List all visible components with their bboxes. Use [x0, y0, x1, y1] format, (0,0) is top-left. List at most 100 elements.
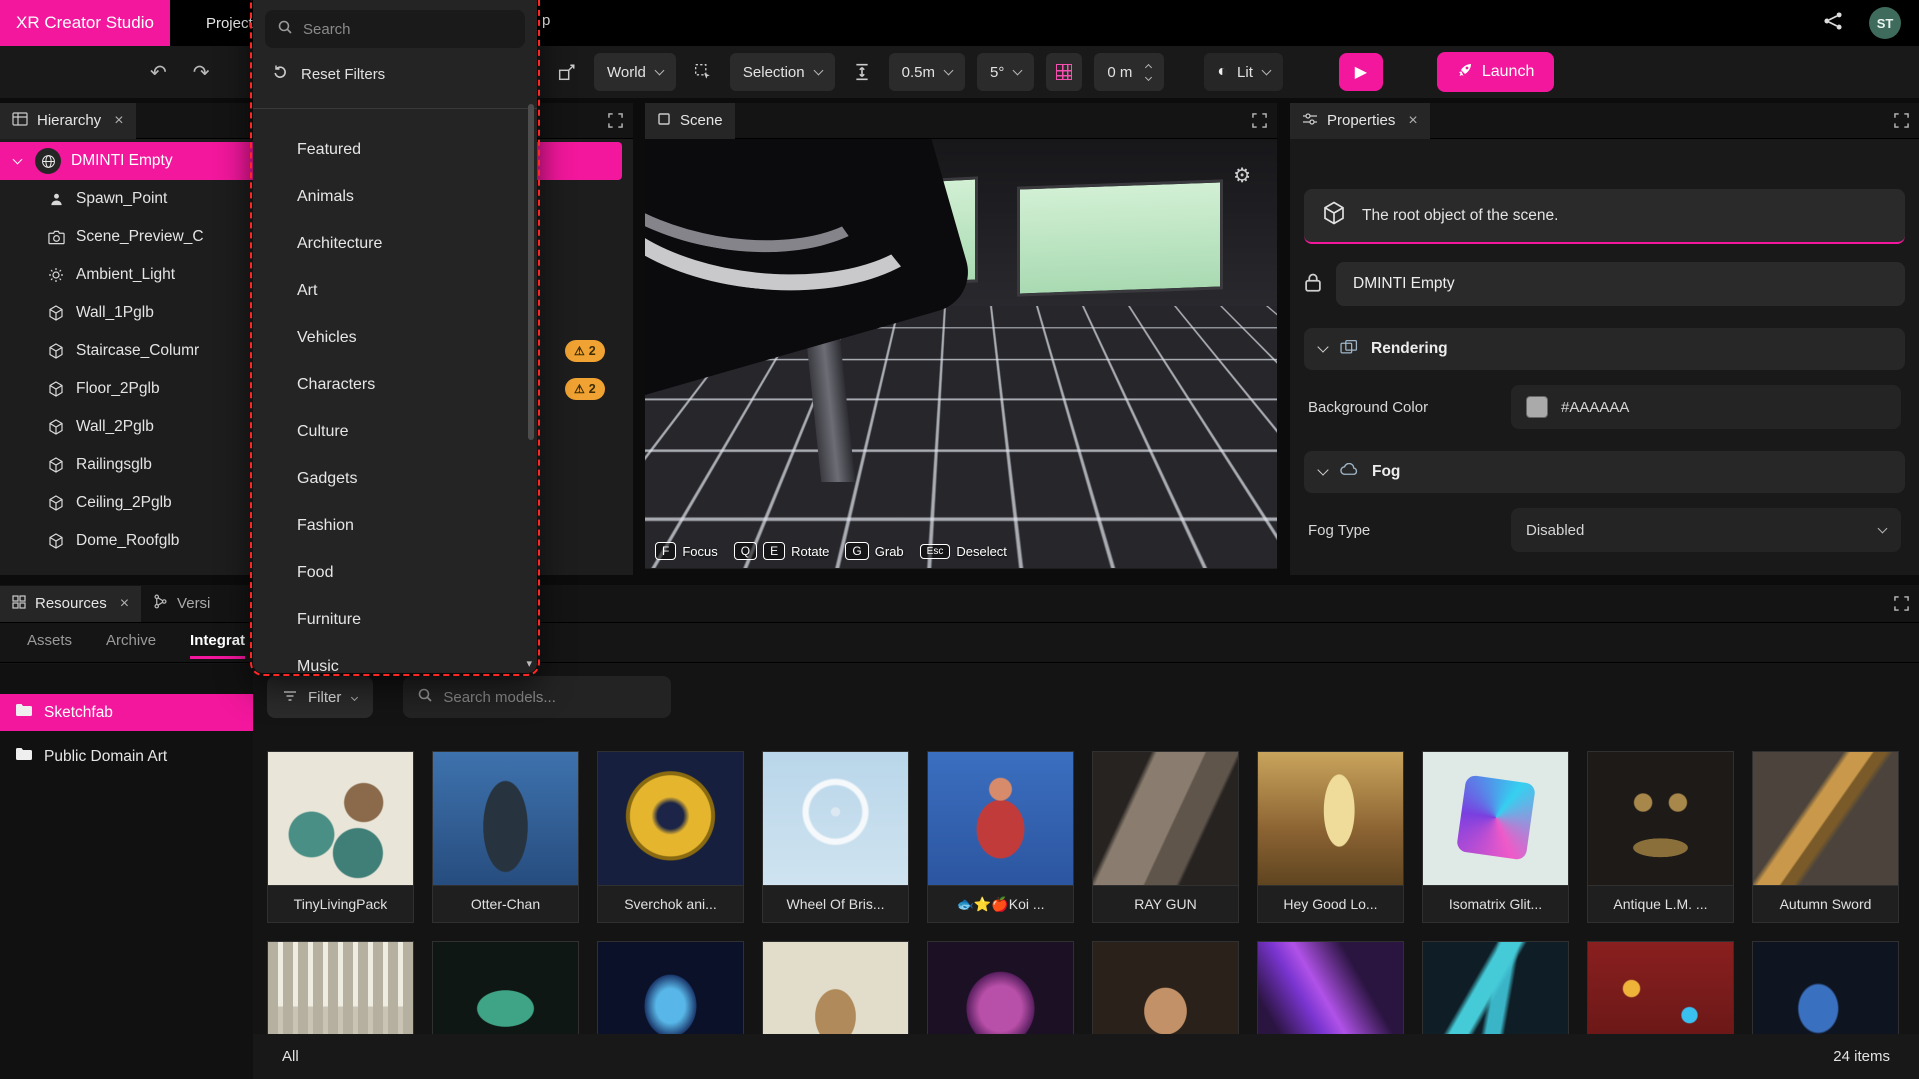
selection-select[interactable]: Selection — [730, 53, 835, 91]
play-button[interactable]: ▶ — [1339, 53, 1383, 91]
category-item[interactable]: Architecture — [253, 220, 537, 267]
category-item[interactable]: Culture — [253, 408, 537, 455]
expand-icon[interactable] — [608, 113, 623, 128]
dropdown-scrollbar[interactable] — [528, 104, 534, 440]
rendering-section-header[interactable]: Rendering — [1304, 328, 1905, 370]
user-avatar[interactable]: ST — [1869, 7, 1901, 39]
model-card[interactable]: 🐟⭐🍎Koi ... — [927, 751, 1074, 923]
gizmo-center-dot[interactable] — [1181, 480, 1191, 490]
models-search-box[interactable] — [403, 676, 671, 718]
folder-icon — [15, 703, 33, 722]
share-icon[interactable] — [1823, 11, 1843, 35]
launch-button[interactable]: Launch — [1437, 52, 1555, 92]
subtab-archive[interactable]: Archive — [106, 632, 156, 659]
grid-icon — [1056, 64, 1072, 80]
object-name-field[interactable]: DMINTI Empty — [1336, 262, 1905, 306]
model-card[interactable]: Isomatrix Glit... — [1422, 751, 1569, 923]
model-card[interactable]: TinyLivingPack — [267, 751, 414, 923]
model-card[interactable]: Otter-Chan — [432, 751, 579, 923]
gizmo-x-handle[interactable]: X — [1225, 475, 1247, 497]
stepper-up-icon[interactable] — [1145, 63, 1152, 70]
grid-height-stepper[interactable]: 0 m — [1094, 53, 1164, 91]
tab-hierarchy[interactable]: Hierarchy × — [0, 103, 136, 139]
category-item[interactable]: Food — [253, 549, 537, 596]
subtab-assets[interactable]: Assets — [27, 632, 72, 659]
chevron-down-icon — [813, 65, 823, 75]
tab-scene[interactable]: Scene — [645, 103, 735, 139]
viewport-3d[interactable]: ⚙ Y X Z H FFocus QERotate GGrab EscDesel… — [645, 139, 1277, 568]
selection-mode-icon[interactable] — [688, 63, 718, 81]
category-item[interactable]: Gadgets — [253, 455, 537, 502]
category-item[interactable]: Characters — [253, 361, 537, 408]
reset-filters-button[interactable]: Reset Filters — [265, 64, 525, 84]
close-icon[interactable]: × — [120, 595, 129, 613]
move-snap-select[interactable]: 0.5m — [889, 53, 965, 91]
model-card[interactable]: Hey Good Lo... — [1257, 751, 1404, 923]
category-item[interactable]: Fashion — [253, 502, 537, 549]
viewport-settings-gear-icon[interactable]: ⚙ — [1233, 163, 1251, 188]
transform-space-icon[interactable] — [552, 63, 582, 81]
model-card[interactable]: Autumn Sword — [1752, 751, 1899, 923]
category-item[interactable]: Featured — [253, 126, 537, 173]
model-card[interactable]: Antique L.M. ... — [1587, 751, 1734, 923]
category-item[interactable]: Vehicles — [253, 314, 537, 361]
green-screen-panel — [1017, 179, 1223, 296]
integration-folder-public-domain-art[interactable]: Public Domain Art — [0, 738, 253, 775]
grid-toggle-button[interactable] — [1046, 53, 1082, 91]
background-color-control[interactable]: #AAAAAA — [1511, 385, 1901, 429]
world-space-select[interactable]: World — [594, 53, 676, 91]
model-card[interactable]: Sverchok ani... — [597, 751, 744, 923]
warning-badge[interactable]: ⚠ 2 — [565, 378, 605, 400]
category-list: Featured Animals Architecture Art Vehicl… — [253, 109, 537, 673]
model-card[interactable]: Wheel Of Bris... — [762, 751, 909, 923]
category-item[interactable]: Music — [253, 643, 537, 673]
status-filter-label[interactable]: All — [282, 1048, 299, 1065]
expand-icon[interactable] — [1894, 596, 1909, 611]
redo-button[interactable]: ↷ — [193, 60, 210, 85]
gizmo-neg-x-dot[interactable] — [1136, 480, 1146, 490]
close-icon[interactable]: × — [1408, 112, 1417, 130]
lock-icon[interactable] — [1304, 272, 1322, 296]
filter-button[interactable]: Filter — [267, 676, 373, 718]
warning-badge[interactable]: ⚠ 2 — [565, 340, 605, 362]
model-card[interactable]: RAY GUN — [1092, 751, 1239, 923]
filter-search-input[interactable] — [303, 21, 513, 38]
folder-icon — [15, 747, 33, 766]
chevron-down-icon — [1013, 65, 1023, 75]
expand-icon[interactable] — [1252, 113, 1267, 128]
integration-folder-sketchfab[interactable]: Sketchfab — [0, 694, 253, 731]
caret-down-icon[interactable] — [13, 155, 23, 165]
gizmo-z-handle[interactable]: Z — [1175, 494, 1197, 516]
menu-project[interactable]: Project — [206, 15, 253, 32]
rotate-snap-select[interactable]: 5° — [977, 53, 1034, 91]
fog-type-select[interactable]: Disabled — [1511, 508, 1901, 552]
fog-section-header[interactable]: Fog — [1304, 451, 1905, 493]
expand-icon[interactable] — [1894, 113, 1909, 128]
models-search-input[interactable] — [443, 689, 657, 706]
filter-search-box[interactable] — [265, 10, 525, 48]
category-item[interactable]: Animals — [253, 173, 537, 220]
properties-panel: Properties × The root object of the scen… — [1290, 103, 1919, 575]
color-swatch[interactable] — [1526, 396, 1548, 418]
hierarchy-icon — [12, 112, 28, 130]
subtab-integrations[interactable]: Integrat — [190, 632, 245, 659]
tab-resources[interactable]: Resources × — [0, 586, 141, 622]
gizmo-x-axis — [1187, 485, 1229, 487]
search-icon — [277, 19, 293, 39]
transform-gizmo[interactable]: Y X Z H — [1140, 424, 1270, 554]
menu-item-partial[interactable]: p — [542, 12, 550, 29]
close-icon[interactable]: × — [114, 112, 123, 130]
tab-properties[interactable]: Properties × — [1290, 103, 1430, 139]
scroll-down-icon[interactable]: ▾ — [526, 657, 532, 670]
category-item[interactable]: Furniture — [253, 596, 537, 643]
stepper-down-icon[interactable] — [1145, 73, 1152, 80]
tab-versions[interactable]: Versi — [141, 586, 222, 622]
undo-button[interactable]: ↶ — [150, 60, 167, 85]
gizmo-y-handle[interactable]: Y — [1175, 429, 1197, 451]
category-item[interactable]: Art — [253, 267, 537, 314]
gizmo-neg-y-dot[interactable] — [1178, 522, 1189, 533]
key-esc: Esc — [920, 544, 951, 559]
shading-mode-select[interactable]: ◐ Lit — [1204, 53, 1283, 91]
snap-move-icon[interactable] — [847, 63, 877, 81]
tab-label: Versi — [177, 595, 210, 612]
